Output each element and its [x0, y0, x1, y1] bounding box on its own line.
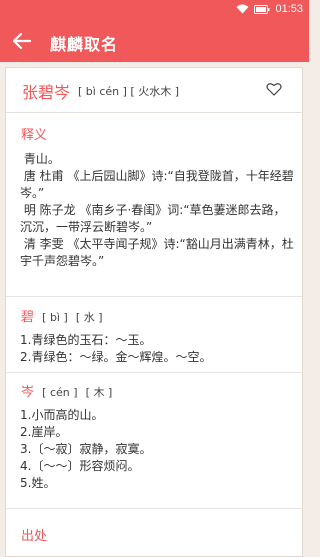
battery-icon: [254, 4, 270, 14]
name-header: 张碧岑 [ bì cén ] [ 火水木 ]: [6, 68, 302, 113]
heart-icon[interactable]: [266, 82, 282, 96]
name-pinyin-elements: [ bì cén ] [ 火水木 ]: [78, 83, 179, 99]
divider: [6, 508, 302, 509]
char1-element: [ 水 ]: [75, 311, 103, 324]
meaning-line: 青山。: [20, 152, 60, 166]
char1-line: 2.青绿色：～绿。金～辉煌。～空。: [20, 350, 212, 364]
meaning-line: 唐 杜甫 《上后园山脚》诗:“自我登陇首，十年经碧岑。”: [20, 169, 294, 200]
app-bar: 麒麟取名: [0, 20, 309, 62]
char2-pinyin: [ cén ]: [42, 386, 78, 399]
status-time: 01:53: [275, 3, 303, 15]
char1-body: 1.青绿色的玉石：～玉。 2.青绿色：～绿。金～辉煌。～空。: [20, 332, 296, 366]
divider: [6, 296, 302, 297]
char1-title: 碧 [ bì ] [ 水 ]: [21, 306, 103, 325]
status-bar: 01:53: [0, 0, 309, 20]
status-icons: 01:53: [236, 3, 303, 15]
meaning-title: 释义: [21, 128, 48, 143]
back-arrow-icon[interactable]: [12, 32, 32, 50]
char1-line: 1.青绿色的玉石：～玉。: [20, 333, 152, 347]
char2-line: 4.〔～～〕形容烦闷。: [20, 459, 140, 473]
char2-line: 5.姓。: [20, 476, 56, 490]
source-title: 出处: [21, 529, 48, 544]
char2-title: 岑 [ cén ] [ 木 ]: [21, 381, 112, 400]
char1-char: 碧: [21, 310, 35, 325]
char2-body: 1.小而高的山。 2.崖岸。 3.〔～寂〕寂静，寂寞。 4.〔～～〕形容烦闷。 …: [20, 407, 296, 492]
char2-line: 3.〔～寂〕寂静，寂寞。: [20, 442, 152, 456]
meaning-line: 明 陈子龙 《南乡子·春闺》词:“草色萋迷郎去路，沉沉，一带浮云断碧岑。”: [20, 203, 286, 234]
divider: [6, 372, 302, 373]
char2-element: [ 木 ]: [85, 386, 113, 399]
char2-line: 2.崖岸。: [20, 425, 68, 439]
page-title: 麒麟取名: [50, 35, 119, 54]
meaning-line: 清 李雯 《太平寺闻子规》诗:“豁山月出满青林，杜宇千声怨碧岑。”: [20, 237, 294, 268]
char2-char: 岑: [21, 385, 35, 400]
name-detail-card: 张碧岑 [ bì cén ] [ 火水木 ] 释义 青山。 唐 杜甫 《上后园山…: [5, 67, 303, 557]
name-elements: [ 火水木 ]: [130, 85, 179, 98]
char2-line: 1.小而高的山。: [20, 408, 104, 422]
name-text: 张碧岑: [22, 83, 71, 102]
char1-pinyin: [ bì ]: [42, 311, 68, 324]
meaning-body: 青山。 唐 杜甫 《上后园山脚》诗:“自我登陇首，十年经碧岑。” 明 陈子龙 《…: [20, 151, 296, 270]
wifi-icon: [236, 4, 249, 14]
name-pinyin: [ bì cén ]: [78, 85, 127, 98]
